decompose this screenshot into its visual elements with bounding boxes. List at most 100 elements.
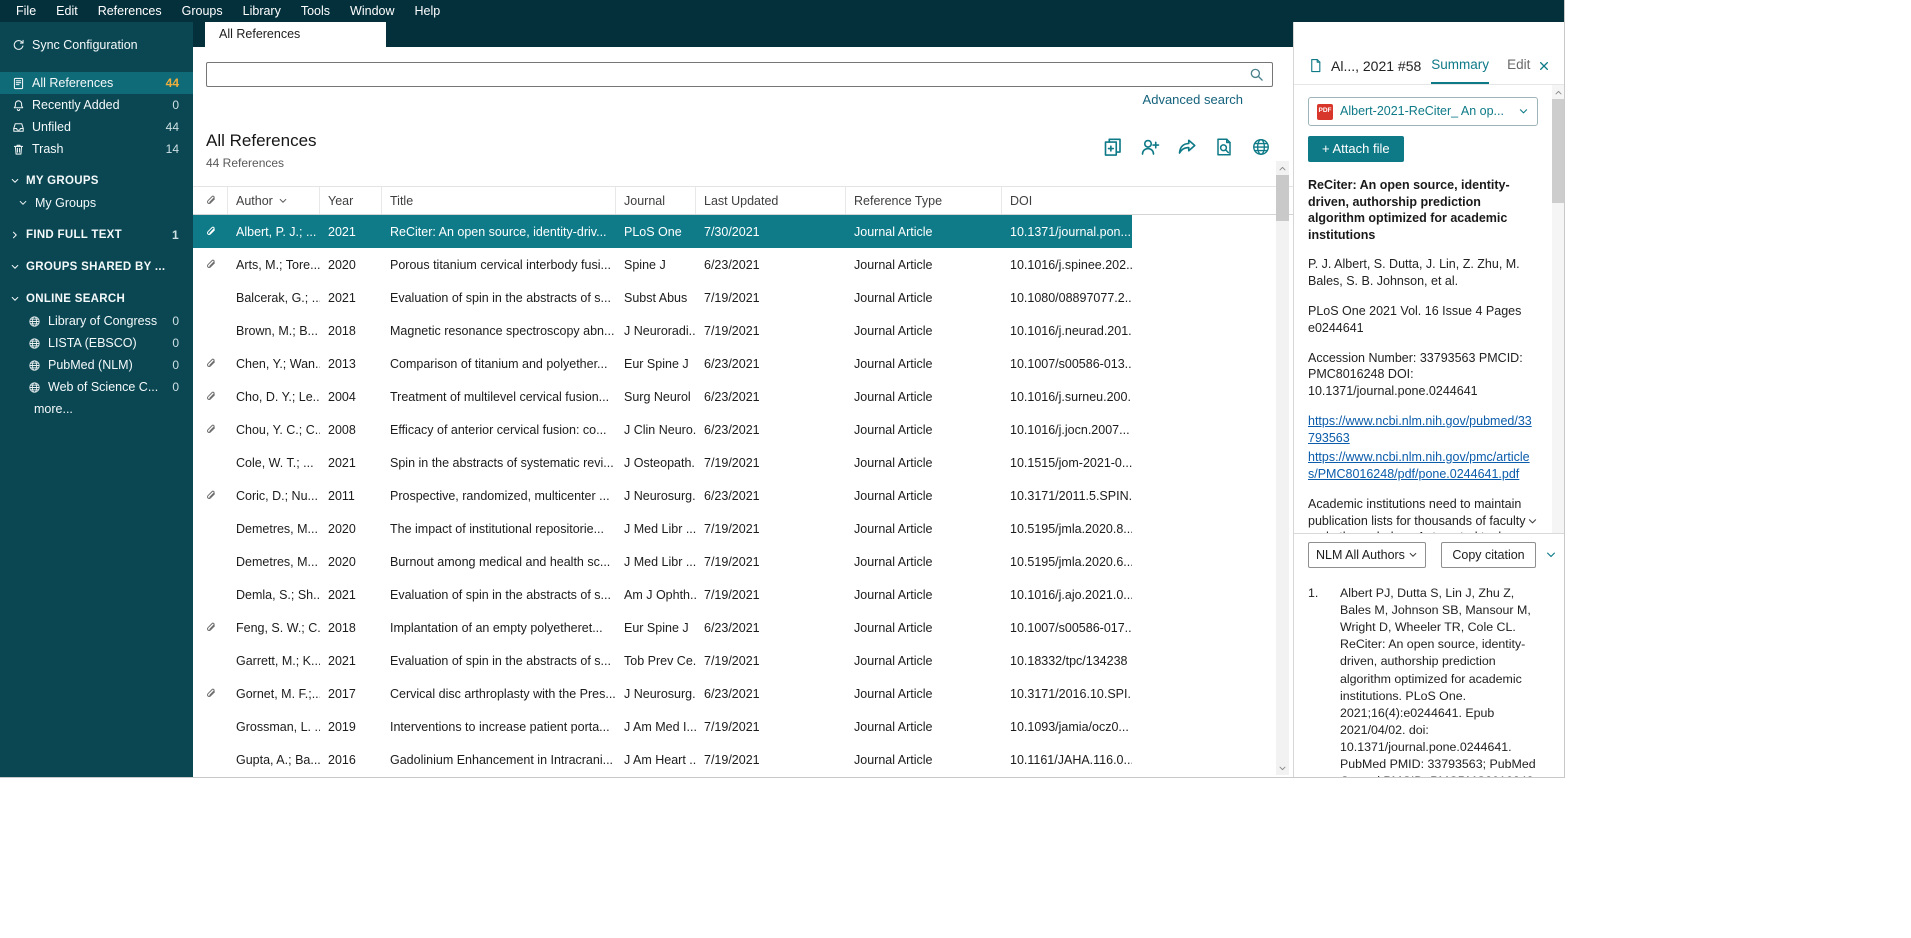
cell-author: Arts, M.; Tore... [228, 248, 320, 281]
sidebar-item-pubmed-nlm[interactable]: PubMed (NLM)0 [0, 354, 193, 376]
cell-attach [193, 611, 228, 644]
reference-row[interactable]: Garrett, M.; K...2021Evaluation of spin … [193, 644, 1132, 677]
sidebar-item-my-groups[interactable]: My Groups [0, 192, 193, 214]
panel-scrollbar-thumb[interactable] [1552, 99, 1564, 203]
reference-row[interactable]: Feng, S. W.; C...2018Implantation of an … [193, 611, 1132, 644]
export-button[interactable] [1177, 137, 1197, 157]
scroll-down-icon[interactable] [1276, 761, 1289, 775]
menu-groups[interactable]: Groups [172, 0, 233, 22]
cell-author: Cho, D. Y.; Le... [228, 380, 320, 413]
reference-row[interactable]: Chen, Y.; Wan...2013Comparison of titani… [193, 347, 1132, 380]
cell-doi: 10.1007/s00586-013... [1002, 347, 1132, 380]
column-header-journal[interactable]: Journal [616, 187, 696, 214]
sidebar-item-all-references[interactable]: All References44 [0, 72, 193, 94]
online-search-button[interactable] [1251, 137, 1271, 157]
panel-scrollbar[interactable] [1552, 85, 1564, 533]
column-header-doi[interactable]: DOI [1002, 187, 1132, 214]
column-header-author[interactable]: Author [228, 187, 320, 214]
column-header-year[interactable]: Year [320, 187, 382, 214]
panel-scroll-up-icon[interactable] [1552, 85, 1564, 99]
cell-journal: Eur Spine J [616, 347, 696, 380]
record-link[interactable]: https://www.ncbi.nlm.nih.gov/pubmed/3379… [1308, 413, 1538, 447]
search-icon-wrap[interactable] [1249, 67, 1264, 82]
reference-row[interactable]: Arts, M.; Tore...2020Porous titanium cer… [193, 248, 1132, 281]
sidebar-item-recently-added[interactable]: Recently Added0 [0, 94, 193, 116]
menu-edit[interactable]: Edit [46, 0, 88, 22]
sidebar-section-my-groups[interactable]: MY GROUPS [0, 170, 193, 192]
sidebar-item-web-of-science-c[interactable]: Web of Science C...0 [0, 376, 193, 398]
endnote-window: FileEditReferencesGroupsLibraryToolsWind… [0, 0, 1565, 778]
attachment-dropdown[interactable]: PDF Albert-2021-ReCiter_ An op... [1308, 97, 1538, 126]
menu-library[interactable]: Library [233, 0, 291, 22]
sidebar-item-trash[interactable]: Trash14 [0, 138, 193, 160]
advanced-search-link[interactable]: Advanced search [1143, 92, 1243, 107]
sidebar-item-sync-configuration[interactable]: Sync Configuration [0, 34, 193, 56]
record-title: ReCiter: An open source, identity-driven… [1308, 177, 1538, 243]
cell-journal: J Osteopath... [616, 446, 696, 479]
cell-title: Evaluation of spin in the abstracts of s… [382, 281, 616, 314]
attach-file-button[interactable]: + Attach file [1308, 136, 1404, 162]
reference-row[interactable]: Balcerak, G.; ...2021Evaluation of spin … [193, 281, 1132, 314]
menu-file[interactable]: File [6, 0, 46, 22]
cell-title: Evaluation of spin in the abstracts of s… [382, 578, 616, 611]
cell-author: Chou, Y. C.; C... [228, 413, 320, 446]
sidebar-item-lista-ebsco[interactable]: LISTA (EBSCO)0 [0, 332, 193, 354]
sidebar-section-groups-shared-by[interactable]: GROUPS SHARED BY ... [0, 256, 193, 278]
column-header-attach[interactable] [193, 187, 228, 214]
reference-row[interactable]: Brown, M.; B...2018Magnetic resonance sp… [193, 314, 1132, 347]
sidebar-section-online-search[interactable]: ONLINE SEARCH [0, 288, 193, 310]
cell-attach [193, 677, 228, 710]
cell-journal: J Clin Neuro... [616, 413, 696, 446]
paperclip-icon [204, 621, 217, 634]
reference-row[interactable]: Albert, P. J.; ...2021ReCiter: An open s… [193, 215, 1132, 248]
reference-row[interactable]: Demetres, M...2020The impact of institut… [193, 512, 1132, 545]
reference-row[interactable]: Cole, W. T.; ...2021Spin in the abstract… [193, 446, 1132, 479]
list-scrollbar-thumb[interactable] [1276, 175, 1289, 221]
panel-tab-edit[interactable]: Edit [1507, 47, 1530, 84]
reference-row[interactable]: Gupta, A.; Ba...2016Gadolinium Enhanceme… [193, 743, 1132, 776]
reference-row[interactable]: Chou, Y. C.; C...2008Efficacy of anterio… [193, 413, 1132, 446]
find-fulltext-button[interactable] [1214, 137, 1234, 157]
sidebar-item-label: PubMed (NLM) [48, 358, 165, 372]
sidebar-section-find-full-text[interactable]: FIND FULL TEXT1 [0, 224, 193, 246]
reference-row[interactable]: Grossman, L. ...2019Interventions to inc… [193, 710, 1132, 743]
panel-tab-summary[interactable]: Summary [1431, 47, 1489, 84]
document-icon [1308, 58, 1323, 73]
menu-tools[interactable]: Tools [291, 0, 340, 22]
search-input[interactable] [207, 68, 1249, 82]
sidebar-more[interactable]: more... [0, 398, 193, 420]
sidebar-item-label: Trash [32, 142, 159, 156]
attachment-filename: Albert-2021-ReCiter_ An op... [1340, 103, 1511, 120]
column-header-updated[interactable]: Last Updated [696, 187, 846, 214]
cell-updated: 6/23/2021 [696, 347, 846, 380]
cell-attach [193, 314, 228, 347]
reference-row[interactable]: Demetres, M...2020Burnout among medical … [193, 545, 1132, 578]
share-library-button[interactable] [1140, 137, 1160, 157]
reference-row[interactable]: Gornet, M. F.;...2017Cervical disc arthr… [193, 677, 1132, 710]
column-label: Last Updated [704, 194, 778, 208]
copy-citation-button[interactable]: Copy citation [1441, 542, 1536, 568]
column-header-title[interactable]: Title [382, 187, 616, 214]
tab-all-references[interactable]: All References [205, 22, 386, 47]
column-label: Journal [624, 194, 665, 208]
citation-style-select[interactable]: NLM All Authors [1308, 542, 1426, 568]
cell-doi: 10.1016/j.spinee.202... [1002, 248, 1132, 281]
menu-window[interactable]: Window [340, 0, 404, 22]
column-header-type[interactable]: Reference Type [846, 187, 1002, 214]
record-link[interactable]: https://www.ncbi.nlm.nih.gov/pmc/article… [1308, 449, 1538, 483]
summary-scroll-hint-icon [1527, 516, 1538, 527]
person-plus-icon [1140, 137, 1160, 157]
panel-close-button[interactable] [1534, 56, 1554, 76]
reference-row[interactable]: Coric, D.; Nu...2011Prospective, randomi… [193, 479, 1132, 512]
copy-references-button[interactable] [1103, 137, 1123, 157]
list-scrollbar[interactable] [1276, 161, 1289, 775]
menu-references[interactable]: References [88, 0, 172, 22]
reference-row[interactable]: Cho, D. Y.; Le...2004Treatment of multil… [193, 380, 1132, 413]
sidebar-item-unfiled[interactable]: Unfiled44 [0, 116, 193, 138]
citation-expand-button[interactable] [1542, 542, 1560, 568]
reference-row[interactable]: Demla, S.; Sh...2021Evaluation of spin i… [193, 578, 1132, 611]
scroll-up-icon[interactable] [1276, 161, 1289, 175]
menu-help[interactable]: Help [405, 0, 451, 22]
sidebar-item-library-of-congress[interactable]: Library of Congress0 [0, 310, 193, 332]
cell-updated: 6/23/2021 [696, 248, 846, 281]
